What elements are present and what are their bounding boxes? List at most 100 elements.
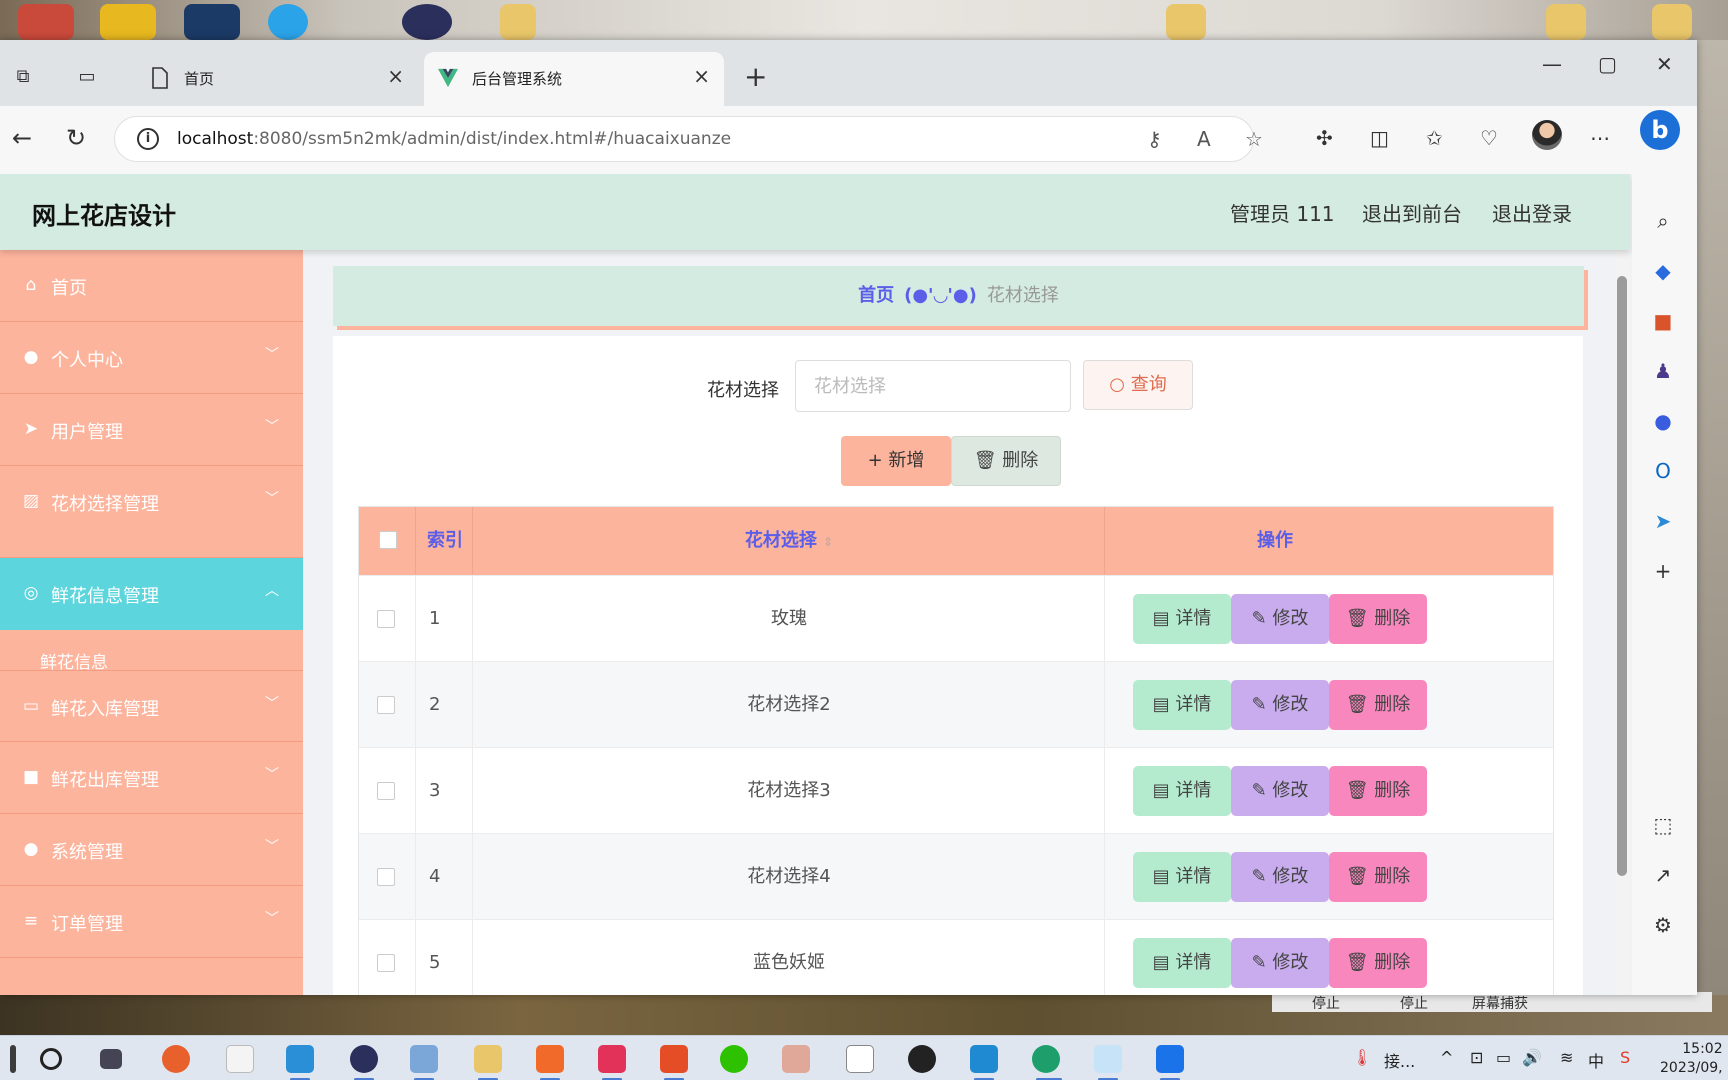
logout-link[interactable]: 退出登录: [1492, 198, 1572, 227]
app-icon[interactable]: [1094, 1045, 1122, 1073]
window-close-icon[interactable]: ✕: [1656, 52, 1673, 76]
detail-button[interactable]: ▤ 详情: [1133, 766, 1231, 816]
desktop-folder-icon[interactable]: [1166, 4, 1206, 40]
add-button[interactable]: + 新增: [841, 436, 951, 486]
typora-icon[interactable]: [846, 1045, 874, 1073]
sidebar-item-order-management[interactable]: ≡ 订单管理 ﹀: [0, 886, 303, 958]
detail-button[interactable]: ▤ 详情: [1133, 680, 1231, 730]
row-checkbox[interactable]: [377, 868, 395, 886]
column-header-material[interactable]: 花材选择 ⇕: [473, 507, 1105, 575]
sidebar-item-flower-info-management[interactable]: ◎ 鲜花信息管理 ︿: [0, 558, 303, 630]
tray-app-label[interactable]: 接...: [1384, 1048, 1415, 1072]
volume-icon[interactable]: 🔊: [1522, 1048, 1542, 1067]
send-icon[interactable]: ➤: [1650, 508, 1676, 534]
wechat-icon[interactable]: [720, 1045, 748, 1073]
app-tray-icon[interactable]: S: [1620, 1048, 1630, 1067]
firefox-icon[interactable]: [162, 1045, 190, 1073]
read-aloud-icon[interactable]: A: [1197, 127, 1211, 151]
office-icon[interactable]: ●: [1650, 408, 1676, 434]
url-bar[interactable]: i localhost:8080/ssm5n2mk/admin/dist/ind…: [114, 116, 1263, 162]
delete-button[interactable]: 🗑 删除: [1329, 594, 1427, 644]
profile-avatar[interactable]: [1532, 120, 1562, 150]
clock[interactable]: 15:02 2023/09,: [1660, 1040, 1723, 1078]
bing-icon[interactable]: b: [1640, 110, 1680, 150]
search-input[interactable]: [795, 360, 1071, 412]
desktop-photoshop-icon[interactable]: [184, 4, 240, 40]
edit-button[interactable]: ✎ 修改: [1231, 766, 1329, 816]
start-icon[interactable]: [10, 1045, 16, 1073]
edit-button[interactable]: ✎ 修改: [1231, 852, 1329, 902]
edit-button[interactable]: ✎ 修改: [1231, 594, 1329, 644]
wifi-icon[interactable]: ≋: [1560, 1048, 1573, 1067]
close-icon[interactable]: ×: [693, 64, 710, 88]
row-checkbox[interactable]: [377, 954, 395, 972]
sort-icon[interactable]: ⇕: [823, 535, 833, 549]
favorites-icon[interactable]: ✩: [1426, 126, 1443, 150]
tray-device-icon[interactable]: ⊡: [1470, 1048, 1483, 1067]
file-icon[interactable]: [226, 1045, 254, 1073]
app-icon[interactable]: [536, 1045, 564, 1073]
qq-icon[interactable]: [908, 1045, 936, 1073]
app-icon[interactable]: [1156, 1045, 1184, 1073]
games-icon[interactable]: ♟: [1650, 358, 1676, 384]
sidebar-item-material-management[interactable]: ▨ 花材选择管理 ﹀: [0, 466, 303, 558]
desktop-folder-icon[interactable]: [1546, 4, 1586, 40]
sidebar-item-user-management[interactable]: ➤ 用户管理 ﹀: [0, 394, 303, 466]
refresh-icon[interactable]: ↻: [66, 124, 86, 152]
select-all-checkbox[interactable]: [379, 531, 397, 549]
input-method-indicator[interactable]: 中: [1588, 1048, 1604, 1072]
sidebar-item-inbound-management[interactable]: ▭ 鲜花入库管理 ﹀: [0, 670, 303, 742]
maximize-icon[interactable]: ▢: [1598, 52, 1617, 76]
battery-icon[interactable]: ▭: [1496, 1048, 1511, 1067]
open-external-icon[interactable]: ↗: [1650, 862, 1676, 888]
thermometer-icon[interactable]: 🌡: [1352, 1048, 1372, 1067]
task-view-icon[interactable]: [100, 1049, 122, 1069]
sidebar-item-personal-center[interactable]: ● 个人中心 ﹀: [0, 322, 303, 394]
app-icon[interactable]: [410, 1045, 438, 1073]
query-button[interactable]: ○ 查询: [1083, 360, 1193, 410]
key-icon[interactable]: ⚷: [1147, 127, 1162, 151]
sidebar-item-home[interactable]: ⌂ 首页: [0, 250, 303, 322]
edit-button[interactable]: ✎ 修改: [1231, 938, 1329, 988]
outlook-icon[interactable]: O: [1650, 458, 1676, 484]
vscode-icon[interactable]: [970, 1045, 998, 1073]
exit-to-front-link[interactable]: 退出到前台: [1362, 198, 1462, 227]
intellij-icon[interactable]: [598, 1045, 626, 1073]
page-scrollbar-thumb[interactable]: [1617, 276, 1627, 876]
tab-home[interactable]: 首页 ×: [136, 52, 418, 106]
batch-delete-button[interactable]: 🗑 删除: [951, 436, 1061, 486]
shopping-tag-icon[interactable]: ◆: [1650, 258, 1676, 284]
desktop-app-icon[interactable]: [268, 4, 308, 40]
add-icon[interactable]: +: [1650, 558, 1676, 584]
detail-button[interactable]: ▤ 详情: [1133, 852, 1231, 902]
desktop-folder-icon[interactable]: [500, 4, 536, 40]
delete-button[interactable]: 🗑 删除: [1329, 938, 1427, 988]
eclipse-icon[interactable]: [350, 1045, 378, 1073]
delete-button[interactable]: 🗑 删除: [1329, 766, 1427, 816]
back-icon[interactable]: ←: [12, 124, 32, 152]
breadcrumb-home[interactable]: 首页: [858, 285, 894, 306]
favorite-star-icon[interactable]: ☆: [1245, 127, 1263, 151]
row-checkbox[interactable]: [377, 782, 395, 800]
delete-button[interactable]: 🗑 删除: [1329, 680, 1427, 730]
new-tab-button[interactable]: +: [744, 60, 767, 93]
cortana-icon[interactable]: [40, 1048, 62, 1070]
workspaces-icon[interactable]: ⧉: [10, 64, 36, 90]
tab-actions-icon[interactable]: ▭: [74, 64, 100, 90]
search-icon[interactable]: ⌕: [1650, 208, 1676, 234]
split-screen-icon[interactable]: ◫: [1370, 126, 1389, 150]
row-checkbox[interactable]: [377, 610, 395, 628]
delete-button[interactable]: 🗑 删除: [1329, 852, 1427, 902]
app-icon[interactable]: [286, 1045, 314, 1073]
screenshot-icon[interactable]: ⬚: [1650, 812, 1676, 838]
detail-button[interactable]: ▤ 详情: [1133, 594, 1231, 644]
html-icon[interactable]: [660, 1045, 688, 1073]
minimize-icon[interactable]: —: [1542, 52, 1562, 76]
extensions-icon[interactable]: ✣: [1316, 126, 1333, 150]
detail-button[interactable]: ▤ 详情: [1133, 938, 1231, 988]
close-icon[interactable]: ×: [387, 64, 404, 88]
desktop-app-icon[interactable]: [100, 4, 156, 40]
browser-essentials-icon[interactable]: ♡: [1480, 126, 1498, 150]
tab-admin[interactable]: 后台管理系统 ×: [424, 52, 724, 106]
tools-icon[interactable]: ■: [1650, 308, 1676, 334]
